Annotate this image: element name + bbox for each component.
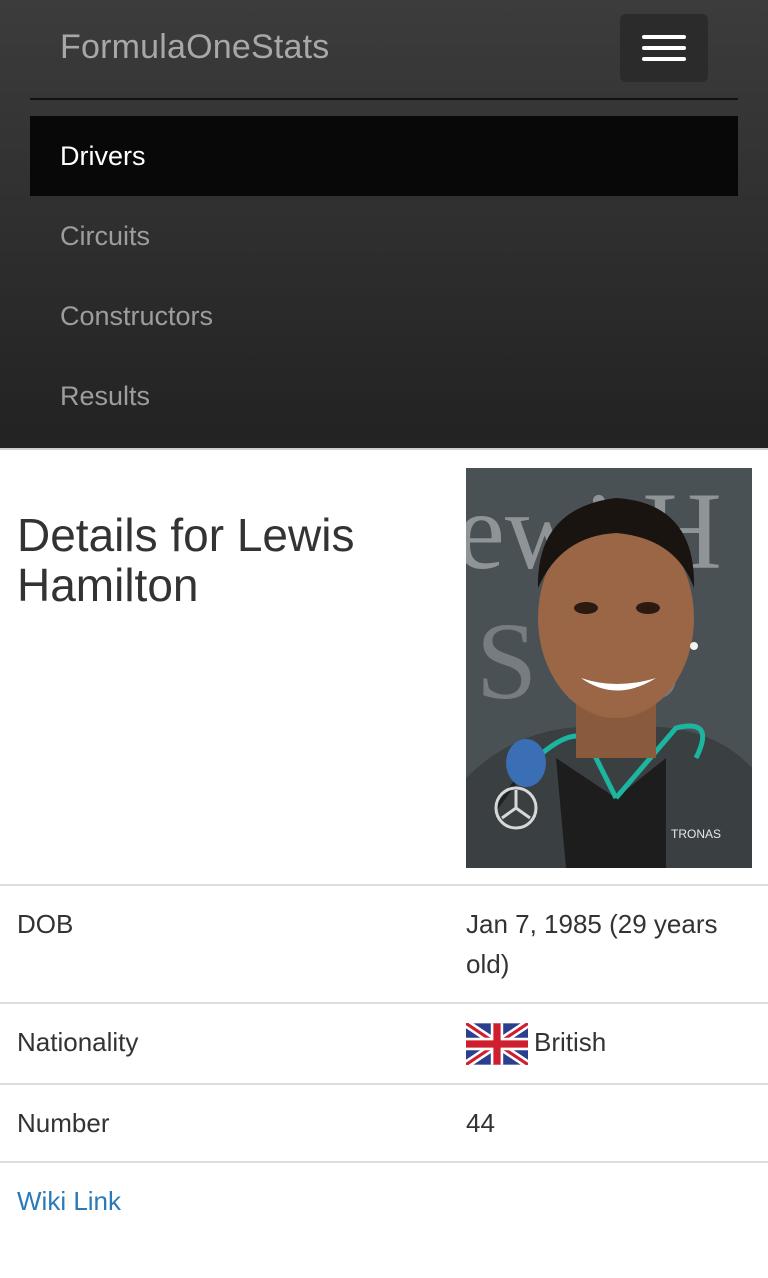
brand-title[interactable]: FormulaOneStats — [60, 28, 329, 67]
nationality-cell: British — [463, 1001, 768, 1085]
nav-item-results[interactable]: Results — [30, 356, 738, 436]
wiki-link[interactable]: Wiki Link — [17, 1186, 121, 1216]
navbar-divider — [30, 98, 738, 100]
wiki-row: Wiki Link — [0, 1161, 768, 1240]
driver-details-table: DOB Jan 7, 1985 (29 years old) Nationali… — [0, 884, 768, 1240]
dob-label: DOB — [0, 884, 466, 1003]
nav-item-constructors[interactable]: Constructors — [30, 276, 738, 356]
table-row: Wiki Link — [0, 1161, 768, 1240]
number-value: 44 — [466, 1083, 768, 1163]
uk-flag-icon — [463, 1020, 531, 1069]
nav-item-drivers[interactable]: Drivers — [30, 116, 738, 196]
driver-photo: ewi H S Fo TRONAS — [466, 468, 752, 868]
hamburger-icon — [620, 35, 708, 61]
table-row: DOB Jan 7, 1985 (29 years old) — [0, 884, 768, 1003]
nav-item-circuits[interactable]: Circuits — [30, 196, 738, 276]
svg-text:TRONAS: TRONAS — [671, 827, 721, 841]
nav-menu: Drivers Circuits Constructors Results — [30, 116, 738, 436]
nationality-label: Nationality — [0, 1001, 466, 1085]
dob-value: Jan 7, 1985 (29 years old) — [466, 884, 768, 1003]
nationality-value: British — [534, 1027, 607, 1057]
navbar: FormulaOneStats Drivers Circuits Constru… — [0, 0, 768, 450]
number-label: Number — [0, 1083, 466, 1163]
menu-toggle-button[interactable] — [620, 14, 708, 82]
table-row: Number 44 — [0, 1083, 768, 1163]
table-row: Nationality British — [0, 1001, 768, 1085]
page-title: Details for Lewis Hamilton — [17, 509, 355, 611]
